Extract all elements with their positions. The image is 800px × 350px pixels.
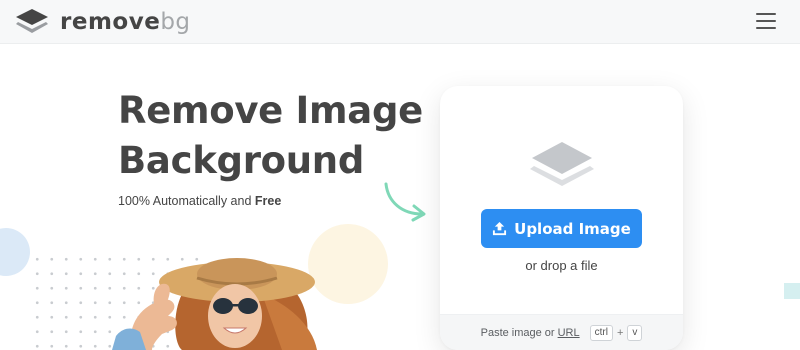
drop-file-hint: or drop a file	[525, 258, 598, 273]
decorative-square-teal	[784, 283, 800, 299]
layers-icon	[530, 142, 594, 186]
title-line-2: Background	[118, 139, 365, 182]
decorative-circle-blue	[0, 228, 30, 276]
page: removebg Remove Image Background 100% Au…	[0, 0, 800, 350]
title-line-1: Remove Image	[118, 89, 423, 132]
hero-subtitle: 100% Automatically and Free	[118, 194, 283, 211]
hamburger-menu-icon[interactable]	[756, 13, 776, 31]
upload-arrow-icon	[493, 221, 507, 236]
curved-arrow-icon	[384, 182, 426, 222]
logo-text-bold: remove	[60, 9, 161, 35]
layers-logo-icon	[16, 9, 48, 33]
upload-card[interactable]: Upload Image or drop a file Paste image …	[440, 86, 683, 350]
subtitle-free-highlight: Free	[253, 194, 283, 211]
logo-text: removebg	[60, 7, 191, 37]
shortcut-plus: +	[616, 326, 624, 339]
upload-button-label: Upload Image	[514, 219, 631, 238]
top-navbar: removebg	[0, 0, 800, 44]
page-title: Remove Image Background	[118, 86, 448, 186]
upload-image-button[interactable]: Upload Image	[481, 209, 642, 248]
paste-hint-bar: Paste image or URL ctrl + v	[440, 314, 683, 350]
woman-in-sunhat-image	[112, 258, 317, 350]
ctrl-key-badge: ctrl	[589, 324, 613, 341]
logo-text-light: bg	[160, 9, 191, 35]
paste-hint-text: Paste image or	[480, 326, 555, 339]
paste-url-link[interactable]: URL	[558, 327, 580, 339]
logo[interactable]: removebg	[14, 7, 191, 37]
v-key-badge: v	[627, 324, 643, 341]
subtitle-prefix: 100% Automatically and	[118, 194, 255, 208]
